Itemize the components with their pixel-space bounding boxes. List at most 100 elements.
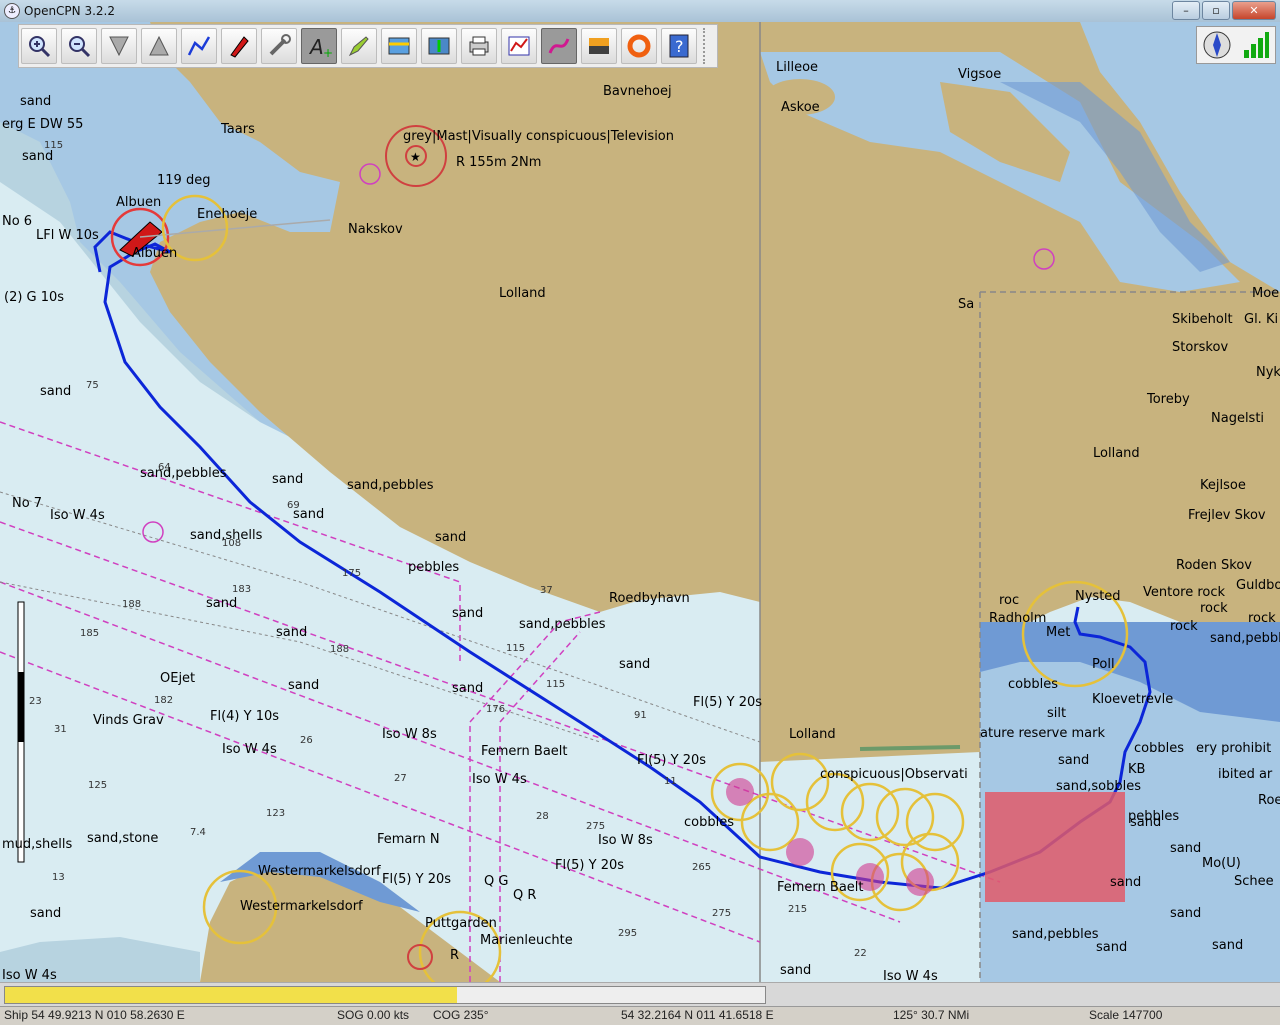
label-vr: R: [450, 948, 460, 963]
depth-sounding: 185: [80, 628, 100, 639]
track-button[interactable]: [541, 28, 577, 64]
label-sand-20: sand: [1110, 875, 1142, 890]
depth-sounding: 188: [122, 599, 142, 610]
label-sand-6: sand: [435, 530, 467, 545]
label-prohibited: ibited ar: [1218, 767, 1273, 782]
label-lolland-4: Lolland: [789, 727, 836, 742]
toolbar-grip[interactable]: [703, 28, 713, 64]
scale-bar-segment: [18, 672, 24, 742]
track-icon: [548, 38, 570, 54]
label-sandpebbles-3: sand,pebbles: [519, 617, 606, 632]
cursor-position: 54 32.2164 N 011 41.6518 E: [621, 1008, 774, 1022]
label-qr: Q R: [513, 888, 537, 903]
wrench-icon: [269, 34, 291, 56]
maximize-button[interactable]: ▫: [1202, 1, 1230, 20]
scale-out-button[interactable]: [141, 28, 177, 64]
label-sand-8: sand: [452, 606, 484, 621]
label-puttgarden: Puttgarden: [425, 916, 497, 931]
label-iso-w4s-3: Iso W 4s: [472, 772, 527, 787]
pencil-icon: [348, 36, 369, 57]
label-sand-1: sand: [20, 94, 52, 109]
label-sand-10: sand: [619, 657, 651, 672]
label-albuen-2: Albuen: [132, 246, 178, 261]
progress-fill: [5, 987, 458, 1003]
sunset-icon: [589, 38, 609, 54]
compass-icon: [1203, 31, 1230, 59]
label-westermarkelsdorf-2: Westermarkelsdorf: [240, 899, 363, 914]
route-button[interactable]: [181, 28, 217, 64]
label-sandpebbles-4: sand,pebble: [1210, 631, 1280, 646]
label-iso-w4s-4: Iso W 4s: [883, 969, 938, 982]
route-manager-button[interactable]: [501, 28, 537, 64]
minimize-button[interactable]: –: [1172, 1, 1200, 20]
label-moe: Moe: [1252, 286, 1280, 301]
label-roedbyhavn: Roedbyhavn: [609, 591, 690, 606]
label-oejet: OEjet: [160, 671, 196, 686]
label-femernbaelt: Femern Baelt: [481, 744, 568, 759]
label-prohibit: ery prohibit: [1196, 741, 1272, 756]
label-sand-9: sand: [276, 625, 308, 640]
status-bar: Ship 54 49.9213 N 010 58.2630 E SOG 0.00…: [0, 1006, 1280, 1025]
depth-sounding: 115: [506, 643, 526, 654]
depth-sounding: 275: [712, 908, 732, 919]
label-bavnehoej: Bavnehoej: [603, 84, 672, 99]
settings-button[interactable]: [261, 28, 297, 64]
svg-text:+: +: [323, 46, 332, 59]
depth-sounding: 176: [486, 704, 506, 715]
waypoint-button[interactable]: [341, 28, 377, 64]
label-mo: Mo(U): [1202, 856, 1241, 871]
zoom-out-icon: [69, 36, 91, 58]
label-sand-13: sand: [780, 963, 812, 978]
current-button[interactable]: [421, 28, 457, 64]
close-button[interactable]: ✕: [1232, 1, 1276, 20]
label-rock-3: rock: [1248, 611, 1276, 626]
label-femernbaelt-2: Femern Baelt: [777, 880, 864, 895]
island-askoe: [760, 114, 820, 150]
help-button[interactable]: ?: [661, 28, 697, 64]
label-roe: Roe: [1258, 793, 1280, 808]
reef-line: [859, 745, 961, 751]
print-button[interactable]: [461, 28, 497, 64]
follow-ship-button[interactable]: [221, 28, 257, 64]
label-albuen: Albuen: [116, 195, 162, 210]
depth-sounding: 31: [54, 724, 67, 735]
chart-scale: Scale 147700: [1089, 1008, 1163, 1022]
label-lilleoe: Lilleoe: [776, 60, 819, 75]
label-skibeholt: Skibeholt: [1172, 312, 1233, 327]
label-iso-w4s-2: Iso W 4s: [222, 742, 277, 757]
label-askoe: Askoe: [781, 100, 820, 115]
depth-sounding: 125: [88, 780, 108, 791]
depth-sounding: 123: [266, 808, 286, 819]
ship-icon: [230, 36, 249, 58]
label-g10s: (2) G 10s: [4, 290, 65, 305]
ship-position: Ship 54 49.9213 N 010 58.2630 E: [4, 1008, 185, 1022]
label-marienleuchte: Marienleuchte: [480, 933, 573, 948]
label-edge-top: erg E DW 55: [2, 117, 84, 132]
label-roden: Roden Skov: [1176, 558, 1252, 573]
label-westermarkelsdorf: Westermarkelsdorf: [258, 864, 381, 879]
depth-sounding: 28: [536, 811, 549, 822]
chart-progress-bar: [0, 982, 1280, 1007]
label-kloeve: Kloevetrevle: [1092, 692, 1174, 707]
text-button[interactable]: A +: [301, 28, 337, 64]
label-ventore: Ventore rock: [1143, 585, 1226, 600]
label-qg: Q G: [484, 874, 509, 889]
scale-in-button[interactable]: [101, 28, 137, 64]
scale-out-icon: [149, 35, 169, 56]
depth-sounding: 13: [52, 872, 65, 883]
tide-button[interactable]: [381, 28, 417, 64]
depth-sounding: 188: [330, 644, 350, 655]
mob-button[interactable]: [621, 28, 657, 64]
label-glki: Gl. Ki: [1244, 312, 1279, 327]
label-toreby: Toreby: [1147, 392, 1190, 407]
text-icon: A +: [308, 35, 332, 59]
depth-sounding: 115: [44, 140, 64, 151]
color-scheme-button[interactable]: [581, 28, 617, 64]
chart-canvas[interactable]: ★ Lilleoe Vigsoe Bavnehoej Askoe Taars g…: [0, 22, 1280, 982]
compass-widget[interactable]: [1196, 26, 1276, 64]
depth-sounding: 108: [222, 538, 242, 549]
zoom-out-button[interactable]: [61, 28, 97, 64]
label-sand-15: sand: [1170, 841, 1202, 856]
title-bar: ⚓ OpenCPN 3.2.2 – ▫ ✕: [0, 0, 1280, 23]
zoom-in-button[interactable]: [21, 28, 57, 64]
